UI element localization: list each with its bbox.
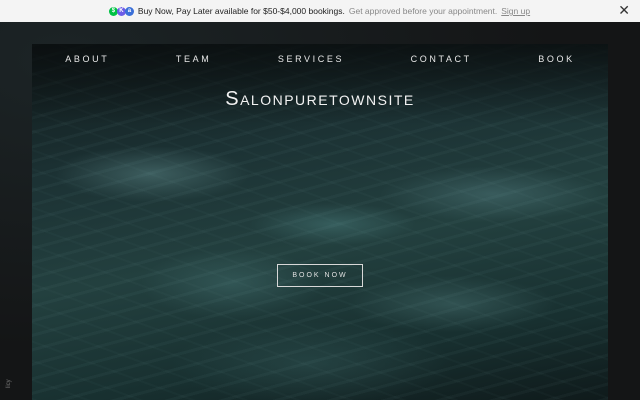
- nav-book[interactable]: BOOK: [538, 54, 574, 64]
- promo-headline: Buy Now, Pay Later available for $50-$4,…: [137, 6, 345, 16]
- promo-subtext: Get approved before your appointment.: [348, 6, 498, 16]
- site-title: Salonpuretownsite: [225, 88, 415, 110]
- promo-signup-link[interactable]: Sign up: [501, 6, 530, 16]
- book-now-button[interactable]: BOOK NOW: [277, 264, 363, 287]
- payment-logos: $ K a: [108, 6, 134, 16]
- side-policy-text[interactable]: licy: [6, 379, 12, 388]
- nav-services[interactable]: SERVICES: [278, 54, 344, 64]
- promo-banner: $ K a Buy Now, Pay Later available for $…: [0, 0, 640, 22]
- close-icon[interactable]: ✕: [618, 3, 630, 17]
- nav-team[interactable]: TEAM: [176, 54, 211, 64]
- nav-about[interactable]: ABOUT: [65, 54, 109, 64]
- nav-contact[interactable]: CONTACT: [411, 54, 472, 64]
- afterpay-logo: a: [124, 6, 134, 16]
- main-nav: ABOUT TEAM SERVICES CONTACT BOOK: [32, 52, 608, 66]
